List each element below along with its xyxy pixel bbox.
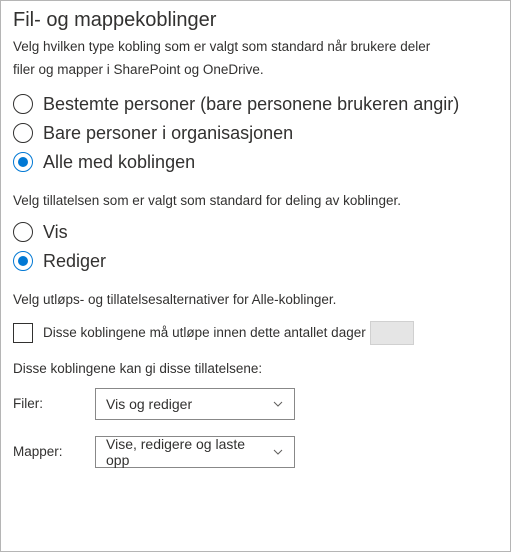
intro-line-1: Velg hvilken type kobling som er valgt s…: [13, 38, 498, 57]
radio-icon: [13, 222, 33, 242]
folders-dropdown[interactable]: Vise, redigere og laste opp: [95, 436, 295, 468]
expiry-intro: Velg utløps- og tillatelsesalternativer …: [13, 292, 498, 307]
intro-line-2: filer og mapper i SharePoint og OneDrive…: [13, 61, 498, 80]
radio-label: Bestemte personer (bare personene bruker…: [43, 94, 459, 115]
permission-option-view[interactable]: Vis: [13, 222, 498, 243]
link-type-option-specific[interactable]: Bestemte personer (bare personene bruker…: [13, 94, 498, 115]
expiry-checkbox-row: Disse koblingene må utløpe innen dette a…: [13, 321, 498, 345]
folders-dropdown-value: Vise, redigere og laste opp: [106, 436, 272, 468]
folders-label: Mapper:: [13, 444, 95, 459]
expiry-days-input[interactable]: [370, 321, 414, 345]
panel-heading: Fil- og mappekoblinger: [13, 9, 498, 32]
expiry-checkbox-label: Disse koblingene må utløpe innen dette a…: [43, 325, 366, 340]
radio-icon: [13, 152, 33, 172]
link-type-option-anyone[interactable]: Alle med koblingen: [13, 152, 498, 173]
radio-label: Bare personer i organisasjonen: [43, 123, 293, 144]
files-dropdown-value: Vis og rediger: [106, 396, 272, 412]
chevron-down-icon: [272, 446, 284, 458]
file-folder-links-panel: Fil- og mappekoblinger Velg hvilken type…: [0, 0, 511, 552]
permission-intro: Velg tillatelsen som er valgt som standa…: [13, 193, 498, 208]
permission-option-edit[interactable]: Rediger: [13, 251, 498, 272]
radio-icon: [13, 94, 33, 114]
files-label: Filer:: [13, 396, 95, 411]
chevron-down-icon: [272, 398, 284, 410]
radio-label: Rediger: [43, 251, 106, 272]
files-row: Filer: Vis og rediger: [13, 388, 498, 420]
radio-label: Alle med koblingen: [43, 152, 195, 173]
radio-icon: [13, 123, 33, 143]
permission-radio-group: Vis Rediger: [13, 222, 498, 272]
folders-row: Mapper: Vise, redigere og laste opp: [13, 436, 498, 468]
link-type-option-org[interactable]: Bare personer i organisasjonen: [13, 123, 498, 144]
permissions-heading: Disse koblingene kan gi disse tillatelse…: [13, 361, 498, 376]
expiry-checkbox[interactable]: [13, 323, 33, 343]
radio-label: Vis: [43, 222, 68, 243]
link-type-radio-group: Bestemte personer (bare personene bruker…: [13, 94, 498, 173]
radio-icon: [13, 251, 33, 271]
files-dropdown[interactable]: Vis og rediger: [95, 388, 295, 420]
